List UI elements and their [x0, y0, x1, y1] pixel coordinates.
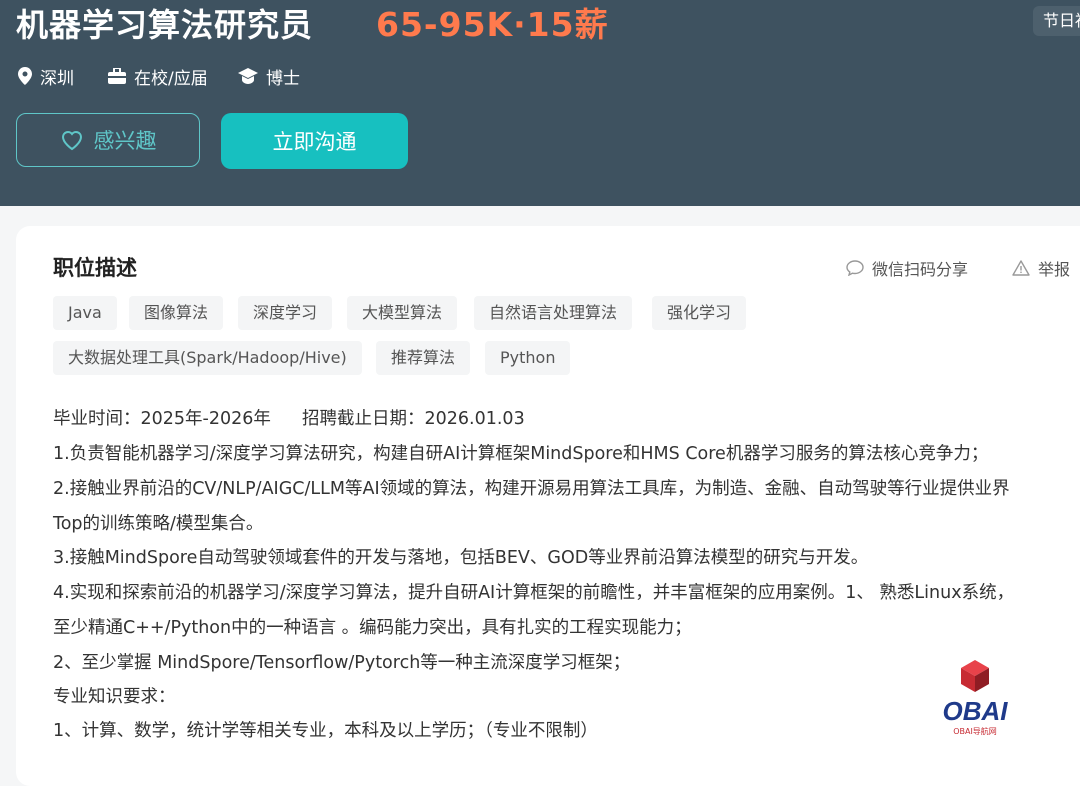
- meta-experience-text: 在校/应届: [134, 68, 208, 89]
- chat-label: 立即沟通: [272, 130, 357, 154]
- job-header: 机器学习算法研究员 65-95K·15薪 节日福 深圳 在校/应届 博士 感兴趣…: [0, 0, 1080, 206]
- job-title: 机器学习算法研究员: [16, 6, 314, 44]
- skill-tag: 推荐算法: [376, 341, 471, 375]
- description-line: 2.接触业界前沿的CV/NLP/AIGC/LLM等AI领域的算法，构建开源易用算…: [53, 479, 1010, 499]
- section-title: 职位描述: [53, 256, 137, 280]
- salary-range: 65-95K·15薪: [376, 5, 609, 44]
- meta-degree: 博士: [238, 64, 300, 89]
- benefit-badge: 节日福: [1033, 6, 1080, 36]
- chat-now-button[interactable]: 立即沟通: [221, 113, 408, 169]
- description-line: 2、至少掌握 MindSpore/Tensorflow/Pytorch等一种主流…: [53, 653, 631, 673]
- report-label: 举报: [1038, 260, 1071, 279]
- obai-watermark-logo: OBAI OBAI导航网: [943, 660, 1009, 736]
- report-link[interactable]: 举报: [1012, 256, 1070, 280]
- skill-tag: 强化学习: [652, 296, 747, 330]
- skill-tag: 深度学习: [238, 296, 333, 330]
- heart-icon: [61, 131, 82, 151]
- skill-tag: 大数据处理工具(Spark/Hadoop/Hive): [53, 341, 362, 375]
- graduation-time: 毕业时间：2025年-2026年: [53, 409, 271, 429]
- description-line: Top的训练策略/模型集合。: [53, 514, 264, 534]
- description-line: 1.负责智能机器学习/深度学习算法研究，构建自研AI计算框架MindSpore和…: [53, 444, 989, 464]
- meta-experience: 在校/应届: [108, 64, 208, 89]
- skill-tag: Java: [53, 296, 117, 330]
- description-line: 3.接触MindSpore自动驾驶领域套件的开发与落地，包括BEV、GOD等业界…: [53, 548, 869, 568]
- skill-tag: 自然语言处理算法: [474, 296, 633, 330]
- skill-tag: 大模型算法: [347, 296, 458, 330]
- chat-bubble-icon: [846, 260, 864, 276]
- skill-tag: Python: [485, 341, 571, 375]
- application-deadline: 招聘截止日期：2026.01.03: [302, 409, 525, 429]
- interest-label: 感兴趣: [93, 129, 157, 153]
- watermark-subtitle: OBAI导航网: [953, 726, 997, 736]
- wechat-share-link[interactable]: 微信扫码分享: [846, 256, 968, 280]
- description-line: 1、计算、数学，统计学等相关专业，本科及以上学历；（专业不限制）: [53, 721, 598, 741]
- meta-location-text: 深圳: [40, 68, 74, 89]
- graduation-cap-icon: [238, 68, 258, 84]
- meta-location: 深圳: [18, 64, 74, 89]
- meta-degree-text: 博士: [266, 68, 300, 89]
- watermark-brand: OBAI: [943, 696, 1009, 726]
- description-line: 专业知识要求：: [53, 687, 176, 707]
- briefcase-icon: [108, 68, 126, 84]
- description-line: 4.实现和探索前沿的机器学习/深度学习算法，提升自研AI计算框架的前瞻性，并丰富…: [53, 583, 1015, 603]
- description-line: 至少精通C++/Python中的一种语言 。编码能力突出，具有扎实的工程实现能力…: [53, 618, 692, 638]
- interest-button[interactable]: 感兴趣: [16, 113, 200, 167]
- share-label: 微信扫码分享: [872, 260, 969, 279]
- skill-tag: 图像算法: [129, 296, 224, 330]
- warning-icon: [1012, 260, 1030, 276]
- location-icon: [18, 67, 32, 85]
